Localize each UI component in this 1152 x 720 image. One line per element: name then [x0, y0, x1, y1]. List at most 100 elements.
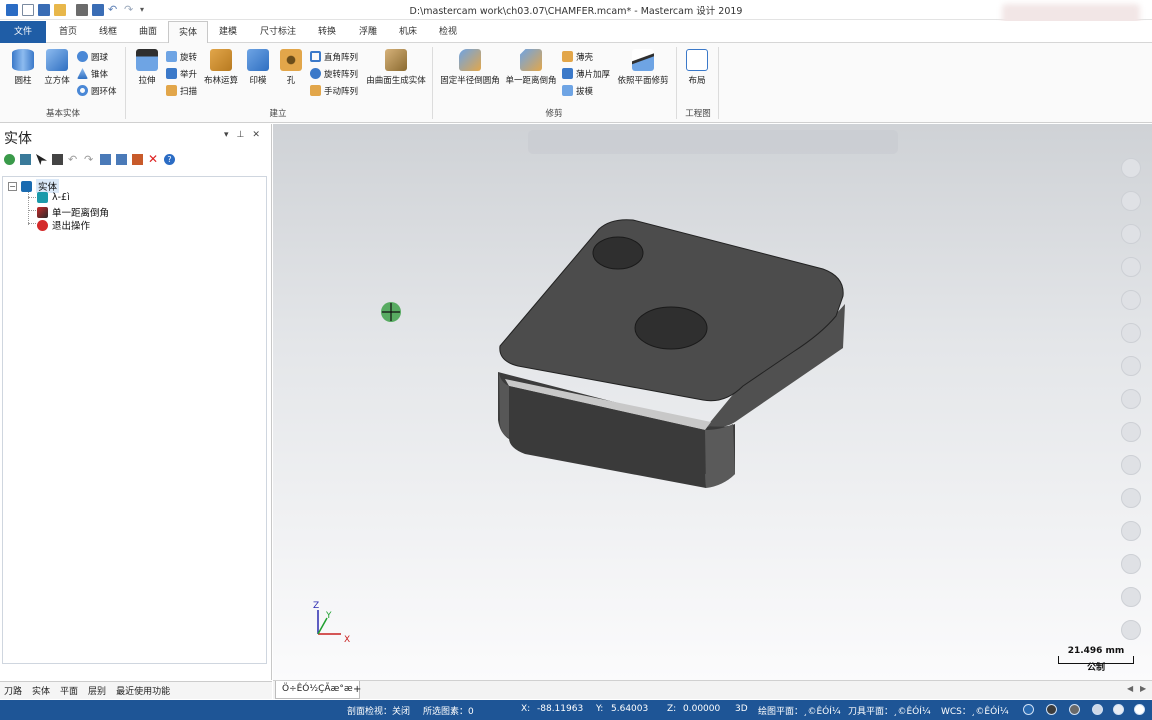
- shading-icon[interactable]: [1046, 704, 1057, 715]
- shell-button[interactable]: 薄壳: [562, 49, 593, 64]
- layer-tool-icon[interactable]: [1121, 455, 1141, 475]
- dimension-tool-icon[interactable]: [1121, 323, 1141, 343]
- tab-home[interactable]: 首页: [50, 21, 86, 43]
- close-icon[interactable]: ✕: [252, 130, 260, 140]
- thicken-button[interactable]: 薄片加厚: [562, 66, 610, 81]
- cylinder-button[interactable]: 圆柱: [10, 49, 36, 86]
- tree-item-extrude[interactable]: λ-£ì: [37, 192, 70, 203]
- impression-label: 印模: [249, 76, 267, 86]
- level-tool-icon[interactable]: [1121, 554, 1141, 574]
- extrude-icon: [136, 49, 158, 71]
- collapse-icon[interactable]: −: [8, 181, 17, 191]
- tree-root-solid[interactable]: − 实体: [8, 179, 60, 193]
- torus-icon: [77, 85, 88, 96]
- graphics-viewport[interactable]: Z Y X 21.496 mm 公制: [273, 124, 1152, 680]
- torus-button[interactable]: 圆环体: [77, 83, 117, 98]
- pin-icon[interactable]: ⊥: [237, 130, 245, 140]
- delete-icon[interactable]: ✕: [148, 153, 159, 165]
- tree-item-chamfer[interactable]: 单一距离倒角: [37, 205, 109, 219]
- regenerate-icon[interactable]: [4, 154, 15, 165]
- analyze-tool-icon[interactable]: [1121, 488, 1141, 508]
- trim-tool-icon[interactable]: [1121, 356, 1141, 376]
- tab-art[interactable]: 浮雕: [350, 21, 386, 43]
- z-coord[interactable]: 0.00000: [683, 704, 720, 714]
- ribbon-separator: [718, 47, 719, 119]
- point-tool-icon[interactable]: [1121, 290, 1141, 310]
- layout-button[interactable]: 布局: [684, 49, 710, 86]
- hole-button[interactable]: 孔: [278, 49, 304, 86]
- zoom-in-icon[interactable]: [1121, 158, 1141, 178]
- tab-file[interactable]: 文件: [0, 21, 46, 43]
- section-view-status[interactable]: 剖面检视：关闭: [347, 704, 410, 717]
- help-icon[interactable]: ?: [164, 154, 175, 165]
- tab-wireframe[interactable]: 线框: [90, 21, 126, 43]
- tree-item-stop[interactable]: 退出操作: [37, 218, 90, 232]
- cone-button[interactable]: 锥体: [77, 66, 108, 81]
- undo-icon[interactable]: ↶: [68, 154, 79, 165]
- loft-button[interactable]: 举升: [166, 66, 197, 81]
- scroll-left-icon[interactable]: ◀: [1127, 684, 1133, 693]
- tab-solids-manager[interactable]: 实体: [32, 684, 50, 697]
- fillet-button[interactable]: 固定半径倒圆角: [438, 49, 502, 86]
- move-down-icon[interactable]: [100, 154, 111, 165]
- cplane-status[interactable]: 绘图平面：¸©ÊÓÍ¼: [758, 704, 841, 717]
- cancel-tool-icon[interactable]: [1121, 620, 1141, 640]
- y-coord-label: Y:: [596, 704, 604, 714]
- material-icon[interactable]: [1092, 704, 1103, 715]
- 3d-mode-toggle[interactable]: 3D: [735, 704, 748, 714]
- panel-menu-icon[interactable]: ▾: [224, 130, 229, 140]
- redo-icon[interactable]: ↷: [84, 154, 95, 165]
- add-viewsheet-button[interactable]: +: [353, 684, 361, 695]
- boolean-button[interactable]: 布林运算: [202, 49, 240, 86]
- viewsheet-tab[interactable]: Ö÷ÊÓ½ÇÃæ°æ: [275, 681, 360, 699]
- tab-toolpaths[interactable]: 刀路: [4, 684, 22, 697]
- impression-button[interactable]: 印模: [245, 49, 271, 86]
- tab-planes[interactable]: 平面: [60, 684, 78, 697]
- manual-pattern-button[interactable]: 手动阵列: [310, 83, 358, 98]
- suppress-icon[interactable]: [132, 154, 143, 165]
- rect-pattern-button[interactable]: 直角阵列: [310, 49, 358, 64]
- globe-icon[interactable]: [1023, 704, 1034, 715]
- draft-button[interactable]: 拔模: [562, 83, 593, 98]
- background-icon[interactable]: [1134, 704, 1145, 715]
- draft-icon: [562, 85, 573, 96]
- stop-icon: [37, 219, 48, 231]
- solid-model[interactable]: Z Y X: [273, 124, 1152, 680]
- tab-recent-functions[interactable]: 最近使用功能: [116, 684, 170, 697]
- tplane-status[interactable]: 刀具平面：¸©ÊÓÍ¼: [848, 704, 931, 717]
- selected-entities-status[interactable]: 所选图素：0: [423, 704, 474, 717]
- select-icon[interactable]: [36, 154, 47, 165]
- tab-machine[interactable]: 机床: [390, 21, 426, 43]
- extrude-button[interactable]: 拉伸: [134, 49, 160, 86]
- wireframe-icon[interactable]: [1069, 704, 1080, 715]
- tab-view[interactable]: 检视: [430, 21, 466, 43]
- rotary-pattern-button[interactable]: 旋转阵列: [310, 66, 358, 81]
- spline-tool-icon[interactable]: [1121, 257, 1141, 277]
- solid-from-surfaces-button[interactable]: 由曲面生成实体: [364, 49, 428, 86]
- sphere-button[interactable]: 圆球: [77, 49, 108, 64]
- transform-tool-icon[interactable]: [1121, 521, 1141, 541]
- tab-drafting[interactable]: 尺寸标注: [252, 21, 304, 43]
- block-button[interactable]: 立方体: [42, 49, 72, 86]
- wcs-status[interactable]: WCS：¸©ÊÓÍ¼: [941, 704, 1009, 717]
- move-up-icon[interactable]: [116, 154, 127, 165]
- chamfer-button[interactable]: 单一距离倒角: [503, 49, 559, 86]
- scroll-right-icon[interactable]: ▶: [1140, 684, 1146, 693]
- line-tool-icon[interactable]: [1121, 191, 1141, 211]
- settings-tool-icon[interactable]: [1121, 587, 1141, 607]
- revolve-button[interactable]: 旋转: [166, 49, 197, 64]
- regenerate-all-icon[interactable]: [20, 154, 31, 165]
- tab-levels[interactable]: 层别: [88, 684, 106, 697]
- sweep-button[interactable]: 扫描: [166, 83, 197, 98]
- hole-label: 孔: [286, 76, 296, 86]
- trim-to-plane-button[interactable]: 依照平面修剪: [614, 49, 672, 86]
- shade-tool-icon[interactable]: [1121, 422, 1141, 442]
- circle-tool-icon[interactable]: [1121, 224, 1141, 244]
- select-all-icon[interactable]: [52, 154, 63, 165]
- tab-transform[interactable]: 转换: [309, 21, 345, 43]
- translucency-icon[interactable]: [1113, 704, 1124, 715]
- tab-surfaces[interactable]: 曲面: [130, 21, 166, 43]
- tab-model-prep[interactable]: 建模: [210, 21, 246, 43]
- tab-solids[interactable]: 实体: [168, 21, 208, 44]
- solid-color-icon[interactable]: [1121, 389, 1141, 409]
